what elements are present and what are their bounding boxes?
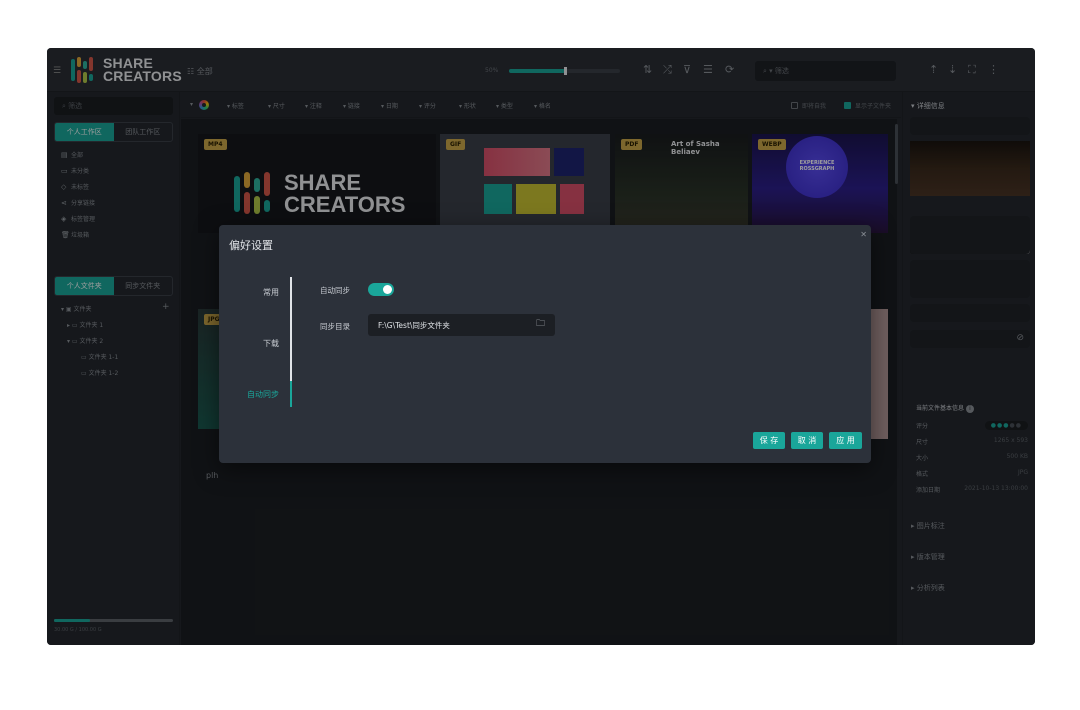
sync-dir-input[interactable]: F:\G\Test\同步文件夹 🗀	[368, 314, 555, 336]
preferences-dialog: 偏好设置 ✕ 常用 下载 自动同步 自动同步 同步目录 F:\G\Test\同步…	[219, 225, 871, 463]
tab-auto-sync[interactable]: 自动同步	[239, 389, 279, 400]
tab-indicator-active	[290, 381, 292, 407]
apply-button[interactable]: 应 用	[829, 432, 862, 449]
sync-dir-label: 同步目录	[320, 322, 350, 331]
tab-download[interactable]: 下载	[239, 338, 279, 349]
close-icon[interactable]: ✕	[860, 230, 867, 239]
dialog-title: 偏好设置	[229, 239, 273, 252]
auto-sync-toggle[interactable]	[368, 283, 394, 296]
tab-general[interactable]: 常用	[239, 287, 279, 298]
cancel-button[interactable]: 取 消	[791, 432, 823, 449]
auto-sync-label: 自动同步	[320, 286, 350, 295]
app-window: ☰ SHARE CREATORS ☷ 全部 50% ⇅ ⤮ ⊽ ☰ ⟳ ⌕ ▾ …	[47, 48, 1035, 645]
save-button[interactable]: 保 存	[753, 432, 785, 449]
folder-icon[interactable]: 🗀	[536, 320, 545, 329]
